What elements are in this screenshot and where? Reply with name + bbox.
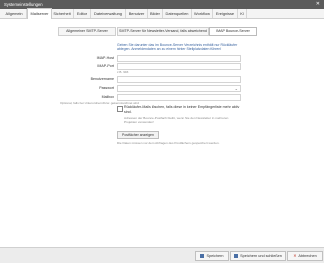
username-input[interactable]: [117, 76, 241, 83]
username-label: Benutzername: [90, 77, 114, 81]
show-mailboxes-button[interactable]: Postfächer anzeigen: [117, 131, 159, 139]
tab-datenquellen[interactable]: Datenquellen: [163, 9, 192, 18]
tab-ki[interactable]: Kl: [238, 9, 247, 18]
close-icon[interactable]: ✕: [316, 0, 320, 9]
cancel-label: Abbrechen: [298, 254, 317, 258]
disk-icon: [200, 254, 205, 258]
tab-bilder[interactable]: Bilder: [148, 9, 163, 18]
tab-editor[interactable]: Editor: [74, 9, 91, 18]
content-panel: Allgemeiner SMTP-Server SMTP-Server für …: [0, 19, 324, 247]
tab-workflow[interactable]: Workflow: [192, 9, 213, 18]
imap-port-hint: z.B. 993: [117, 70, 129, 74]
cancel-icon: ✕: [293, 254, 297, 258]
imap-host-label: IMAP-Host: [96, 56, 114, 60]
mailbox-label: Mailbox: [101, 95, 114, 99]
tab-ereignisse[interactable]: Ereignisse: [213, 9, 238, 18]
save-button[interactable]: Speichern: [195, 251, 229, 261]
tab-sicherheit[interactable]: Sicherheit: [51, 9, 74, 18]
tab-dateiverwaltung[interactable]: Dateiverwaltung: [91, 9, 126, 18]
delete-bounces-checkbox[interactable]: [117, 106, 123, 112]
main-tabs: Allgemein Mailserver Sicherheit Editor D…: [0, 8, 324, 19]
tab-benutzer[interactable]: Benutzer: [126, 9, 148, 18]
tab-allgemein[interactable]: Allgemein: [2, 9, 27, 18]
subtab-imap-bounce[interactable]: IMAP Bounce-Server: [209, 27, 257, 36]
subtab-smtp-newsletter[interactable]: SMTP-Server für Newsletter-Versand, fall…: [117, 27, 209, 36]
footer-bar: Speichern Speichern und schließen ✕ Abbre…: [0, 247, 324, 263]
cancel-button[interactable]: ✕ Abbrechen: [287, 251, 323, 261]
info-text: Geben Sie darunter das im Bounce-Server …: [117, 43, 238, 52]
imap-port-input[interactable]: [117, 63, 241, 70]
save-label: Speichern: [206, 254, 224, 258]
password-input[interactable]: ⌄: [117, 85, 241, 92]
chevron-down-icon: ⌄: [234, 86, 238, 91]
imap-host-input[interactable]: [117, 55, 241, 62]
delete-bounces-label: Rückläufer-Mails löschen, falls diese in…: [124, 105, 240, 114]
subtab-smtp[interactable]: Allgemeiner SMTP-Server: [58, 27, 116, 36]
sub-tabs: Allgemeiner SMTP-Server SMTP-Server für …: [0, 27, 324, 36]
save-close-button[interactable]: Speichern und schließen: [230, 251, 286, 261]
password-label: Passwort: [99, 86, 114, 90]
delete-bounces-hint: Adressen der Bounce-Postfach bleibt, wen…: [124, 116, 229, 124]
tab-mailserver[interactable]: Mailserver: [27, 8, 52, 19]
save-close-label: Speichern und schließen: [240, 254, 282, 258]
disk-icon: [234, 254, 239, 258]
imap-port-label: IMAP-Port: [97, 64, 114, 68]
save-note: Die Daten müssen vor dem Abfragen des Po…: [117, 141, 220, 145]
mailbox-input[interactable]: [117, 94, 241, 101]
